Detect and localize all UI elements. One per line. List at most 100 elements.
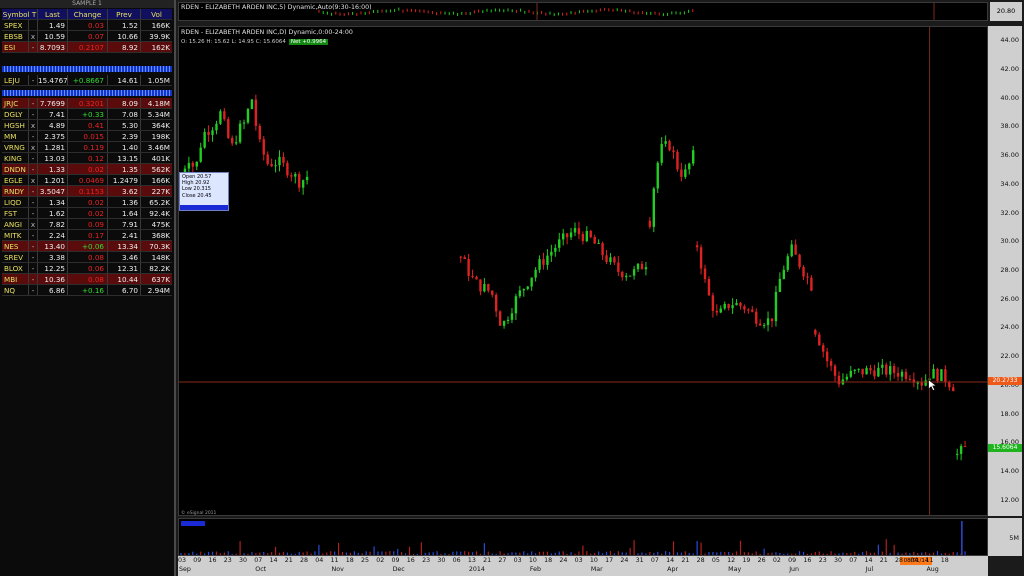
watchlist-row-mbi[interactable]: MBI -10.36 0.08 10.44 637K (2, 274, 172, 285)
watchlist-row-ebsb[interactable]: EBSB x 10.59 0.07 10.66 39.9K (2, 31, 172, 42)
watchlist-row-nq[interactable]: NQ -6.86 +0.16 6.70 2.94M (2, 285, 172, 296)
candle-body (715, 310, 719, 313)
candlestick-plot (179, 27, 987, 515)
date-axis[interactable]: 08/01/14 03 09 16 23 30 07 14 21 28 04 11 18 25 02 09 1… (178, 556, 988, 576)
volume-bar (692, 553, 694, 555)
volume-bar (605, 551, 608, 555)
volume-bar (763, 548, 765, 555)
volume-bar (625, 552, 627, 555)
col-symbol[interactable]: Symbol T (2, 9, 38, 19)
watchlist-row-dndn[interactable]: DNDN -1.33 0.02 1.35 562K (2, 164, 172, 175)
candle-body (286, 162, 289, 176)
date-tick: 18 (345, 557, 354, 564)
daily-price-chart[interactable]: RDEN - ELIZABETH ARDEN INC,D) Dynamic,0:… (178, 26, 988, 516)
candle-body (538, 259, 541, 270)
row-symbol: FST (2, 208, 29, 218)
candle-body (274, 165, 277, 167)
date-tick: 07 (254, 557, 263, 564)
row-last: 13.03 (38, 153, 68, 163)
volume-bar (318, 544, 320, 555)
candle-body (818, 334, 821, 346)
volume-bar (586, 551, 588, 555)
candle-body (487, 284, 490, 291)
date-tick: 30 (239, 557, 248, 564)
row-flag: - (29, 98, 38, 108)
watchlist-row-dgly[interactable]: DGLY -7.41 +0.33 7.08 5.34M (2, 109, 172, 120)
candle-body (632, 269, 636, 276)
row-change: 0.119 (68, 142, 108, 152)
date-tick: 16 (803, 557, 812, 564)
volume-bar (538, 551, 541, 555)
watchlist-row-srev[interactable]: SREV -3.38 0.08 3.46 148K (2, 252, 172, 263)
col-change[interactable]: Change (68, 9, 108, 19)
watchlist-row-vrng[interactable]: VRNG x 1.281 0.119 1.40 3.46M (2, 142, 172, 153)
volume-bar (601, 553, 604, 555)
price-axis[interactable]: 44.00 42.00 40.00 38.00 36.00 34.00 32.00 30.00… (988, 26, 1022, 516)
volume-bar (381, 551, 383, 555)
row-last: 15.4767 (38, 75, 68, 85)
volume-bar (929, 553, 931, 555)
watchlist-row-angi[interactable]: ANGI x 7.82 0.09 7.91 475K (2, 219, 172, 230)
watchlist-row-esi[interactable]: ESI -8.7093 0.2107 8.92 162K (2, 42, 172, 53)
row-prev: 6.70 (108, 285, 141, 295)
watchlist-row-leju[interactable]: LEJU -15.4767 +0.8667 14.61 1.05M (2, 75, 172, 86)
row-volume: 162K (151, 43, 170, 52)
col-vol[interactable]: Vol (141, 9, 172, 19)
row-last: 10.59 (38, 31, 68, 41)
watchlist-row-king[interactable]: KING -13.03 0.12 13.15 401K (2, 153, 172, 164)
candle-body (727, 303, 730, 309)
volume-bar (204, 553, 206, 555)
volume-bar (598, 551, 600, 555)
watchlist-row-liqd[interactable]: LIQD -1.34 0.02 1.36 65.2K (2, 197, 172, 208)
candle-body (644, 267, 648, 270)
intraday-chart-strip[interactable]: RDEN - ELIZABETH ARDEN INC,5) Dynamic,Au… (178, 2, 988, 21)
candle-body (305, 176, 309, 181)
volume-bar (475, 551, 478, 555)
watchlist-row-nes[interactable]: NES -13.40 +0.06 13.34 70.3K (2, 241, 172, 252)
row-prev: 14.61 (108, 75, 141, 85)
candle-body (680, 169, 683, 177)
watchlist-row-egle[interactable]: EGLE x 1.201 0.0469 1.2479 166K (2, 175, 172, 186)
date-tick: 07 (849, 557, 858, 564)
volume-bar (184, 553, 186, 555)
watchlist-row-mitk[interactable]: MITK -2.24 0.17 2.41 368K (2, 230, 172, 241)
watchlist-row-rndy[interactable]: RNDY -3.5047 0.1153 3.62 227K (2, 186, 172, 197)
volume-bar (716, 552, 718, 555)
volume-bar (207, 551, 210, 555)
row-flag: - (29, 131, 38, 141)
candle-body (695, 245, 699, 248)
volume-bar (468, 551, 470, 555)
candle-body (837, 375, 841, 385)
volume-pane[interactable] (178, 518, 988, 556)
volume-bar (940, 553, 943, 555)
candle-body (758, 323, 762, 326)
row-prev: 1.36 (108, 197, 141, 207)
col-last[interactable]: Last (38, 9, 68, 19)
volume-bar (838, 553, 840, 555)
row-change: 0.08 (68, 252, 108, 262)
volume-bar (267, 553, 269, 555)
row-flag: - (29, 285, 38, 295)
volume-bar (582, 545, 584, 555)
row-change: 0.3201 (68, 98, 108, 108)
volume-bar (665, 551, 667, 555)
volume-bar (550, 553, 552, 555)
watchlist-row-mm[interactable]: MM -2.375 0.015 2.39 198K (2, 131, 172, 142)
date-tick: 28 (300, 557, 309, 564)
row-change: 0.1153 (68, 186, 108, 196)
volume-bar (243, 553, 245, 555)
candle-body (861, 368, 864, 375)
candle-body (506, 319, 510, 322)
watchlist-row-spex[interactable]: SPEX 1.49 0.03 1.52 166K (2, 20, 172, 31)
date-tick: 24 (559, 557, 568, 564)
watchlist-row-jrjc[interactable]: JRJC -7.7699 0.3201 8.09 4.18M (2, 98, 172, 109)
volume-bar (755, 551, 757, 555)
watchlist-row-blox[interactable]: BLOX -12.25 0.06 12.31 82.2K (2, 263, 172, 274)
volume-bar (444, 553, 446, 555)
row-volume: 65.2K (149, 198, 170, 207)
watchlist-row-fst[interactable]: FST -1.62 0.02 1.64 92.4K (2, 208, 172, 219)
col-prev[interactable]: Prev (108, 9, 141, 19)
watchlist-row-hgsh[interactable]: HGSH x 4.89 0.41 5.30 364K (2, 120, 172, 131)
volume-bar (771, 552, 773, 555)
volume-bar (290, 553, 292, 555)
